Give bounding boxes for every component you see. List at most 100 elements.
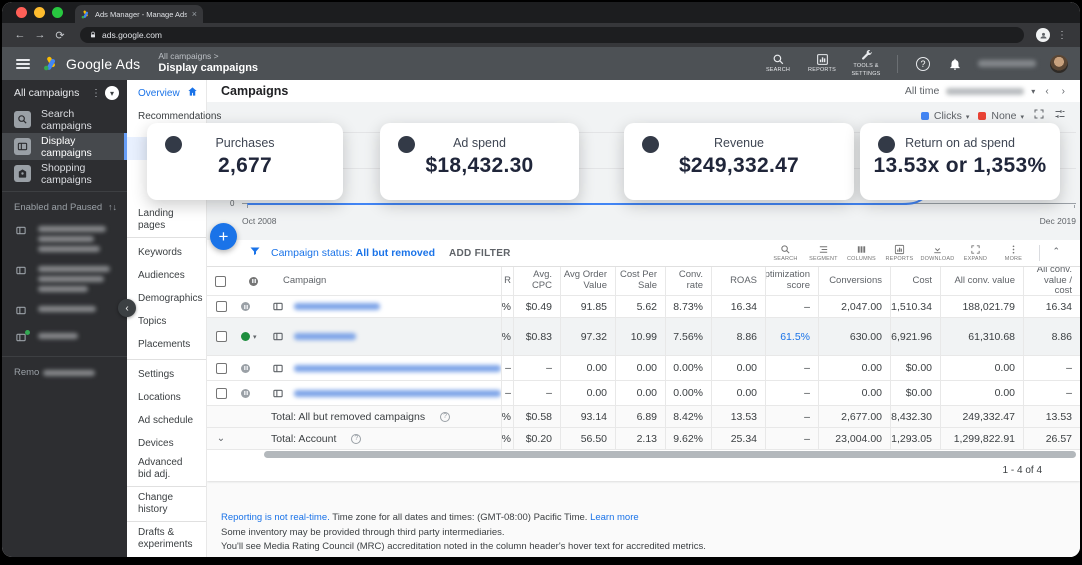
- collapse-panel-button[interactable]: ‹: [118, 299, 136, 317]
- subnav-item-drafts-experiments[interactable]: Drafts & experiments: [127, 525, 199, 553]
- notifications-bell-icon[interactable]: [948, 57, 962, 71]
- help-icon[interactable]: ?: [440, 411, 451, 422]
- expand-chart-icon[interactable]: [1033, 108, 1045, 123]
- subnav-item-change-history[interactable]: Change history: [127, 490, 206, 518]
- table-row[interactable]: ▾%$0.8397.3210.997.56%8.8661.5%630.00$6,…: [207, 318, 1080, 356]
- column-header-conv[interactable]: Conversions: [818, 267, 890, 295]
- address-bar[interactable]: ads.google.com: [80, 27, 1024, 43]
- minimize-window-button[interactable]: [34, 7, 45, 18]
- date-range-picker[interactable]: All time ▾ ‹ ›: [905, 85, 1068, 97]
- learn-more-link[interactable]: Learn more: [590, 512, 639, 523]
- column-header-name[interactable]: Campaign: [207, 267, 501, 295]
- account-avatar[interactable]: [1050, 54, 1068, 73]
- expand-account-total-chevron[interactable]: ⌄: [217, 433, 225, 444]
- add-filter-button[interactable]: ADD FILTER: [449, 248, 511, 259]
- column-header-cps[interactable]: Cost Per Sale: [615, 267, 665, 295]
- sidebar-removed-label[interactable]: Remo: [2, 361, 127, 384]
- sidebar-item-shopping-campaigns[interactable]: Shopping campaigns: [2, 160, 127, 187]
- subnav-item-settings[interactable]: Settings: [127, 363, 206, 386]
- sidebar-campaign-entry[interactable]: [2, 258, 127, 298]
- status-dropdown-icon[interactable]: ▾: [253, 333, 257, 341]
- subnav-item-demographics[interactable]: Demographics: [127, 287, 206, 310]
- subnav-item-locations[interactable]: Locations: [127, 386, 206, 409]
- chart-series-2-select[interactable]: None ▾: [978, 110, 1024, 122]
- status-enabled-icon[interactable]: [241, 332, 250, 341]
- range-prev-icon[interactable]: ‹: [1042, 86, 1051, 97]
- sidebar-item-display-campaigns[interactable]: Display campaigns: [2, 133, 127, 160]
- column-header-acv[interactable]: All conv. value: [940, 267, 1023, 295]
- breadcrumb-parent[interactable]: All campaigns >: [158, 51, 258, 62]
- table-row[interactable]: Total: All but removed campaigns?% $0.58 9…: [207, 406, 1080, 428]
- table-search-button[interactable]: SEARCH: [767, 243, 803, 262]
- row-checkbox[interactable]: [215, 362, 227, 374]
- redacted-campaign-name[interactable]: [294, 389, 501, 397]
- back-icon[interactable]: ←: [12, 29, 28, 41]
- forward-icon[interactable]: →: [32, 29, 48, 41]
- close-window-button[interactable]: [16, 7, 27, 18]
- column-header-cost[interactable]: Cost: [890, 267, 940, 295]
- redacted-campaign-name[interactable]: [294, 303, 380, 310]
- chart-series-1-select[interactable]: Clicks ▾: [920, 110, 969, 122]
- table-reports-button[interactable]: REPORTS: [881, 243, 917, 262]
- sort-icon[interactable]: ↑↓: [108, 202, 117, 212]
- browser-tab[interactable]: Ads Manager - Manage Ads - C ×: [75, 5, 203, 23]
- browser-menu-icon[interactable]: ⋮: [1054, 30, 1070, 41]
- range-next-icon[interactable]: ›: [1059, 86, 1068, 97]
- reporting-link[interactable]: Reporting is not real-time.: [221, 512, 330, 523]
- select-all-checkbox[interactable]: [215, 275, 226, 287]
- table-row[interactable]: %$0.4991.855.628.73%16.34–2,047.00$11,51…: [207, 296, 1080, 318]
- reports-button[interactable]: REPORTS: [801, 53, 843, 74]
- refresh-icon[interactable]: ⟳: [52, 29, 68, 42]
- browser-profile-avatar[interactable]: [1036, 28, 1050, 42]
- chart-settings-icon[interactable]: [1054, 108, 1066, 123]
- subnav-item-landing-pages[interactable]: Landing pages: [127, 206, 206, 234]
- sidebar-campaign-entry[interactable]: [2, 325, 127, 352]
- google-ads-logo[interactable]: Google Ads: [42, 56, 140, 72]
- status-paused-icon[interactable]: [241, 302, 250, 311]
- help-icon[interactable]: ?: [351, 433, 362, 444]
- tab-close-icon[interactable]: ×: [192, 9, 197, 19]
- sidebar-item-search-campaigns[interactable]: Search campaigns: [2, 106, 127, 133]
- horizontal-scrollbar[interactable]: [264, 451, 1076, 458]
- column-header-cpc[interactable]: Avg. CPC: [513, 267, 560, 295]
- column-header-ctr[interactable]: R: [501, 267, 513, 295]
- subnav-item-placements[interactable]: Placements: [127, 333, 206, 356]
- help-icon[interactable]: ?: [916, 56, 930, 71]
- menu-icon[interactable]: [16, 58, 30, 69]
- row-checkbox[interactable]: [215, 301, 227, 312]
- row-checkbox[interactable]: [215, 387, 227, 399]
- download-button[interactable]: DOWNLOAD: [919, 243, 955, 262]
- sidebar-kebab-icon[interactable]: ⋮: [91, 88, 101, 99]
- chevron-down-icon[interactable]: ▾: [1031, 87, 1035, 96]
- column-header-cr[interactable]: Conv. rate: [665, 267, 711, 295]
- segment-button[interactable]: SEGMENT: [805, 243, 841, 262]
- subnav-item-overview[interactable]: Overview: [127, 82, 206, 105]
- column-header-aov[interactable]: Avg Order Value: [560, 267, 615, 295]
- tools-settings-button[interactable]: TOOLS & SETTINGS: [845, 49, 887, 77]
- column-header-opt[interactable]: Optimization score: [765, 267, 818, 295]
- sidebar-campaign-entry[interactable]: [2, 298, 127, 325]
- sidebar-campaign-entry[interactable]: [2, 218, 127, 258]
- table-row[interactable]: – –0.00 0.00 0.00% 0.00–0.00 $0.00 0.00–: [207, 356, 1080, 381]
- expand-table-button[interactable]: EXPAND: [957, 243, 993, 262]
- status-paused-icon[interactable]: [241, 363, 250, 373]
- subnav-item-ad-schedule[interactable]: Ad schedule: [127, 409, 206, 432]
- subnav-item-advanced-bid-adj[interactable]: Advanced bid adj.: [127, 455, 206, 483]
- row-checkbox[interactable]: [215, 331, 227, 342]
- columns-button[interactable]: COLUMNS: [843, 243, 879, 262]
- search-button[interactable]: SEARCH: [757, 53, 799, 74]
- subnav-item-topics[interactable]: Topics: [127, 310, 206, 333]
- collapse-table-chevron[interactable]: ⌃: [1048, 243, 1070, 257]
- sidebar-collapse-icon[interactable]: ▾: [105, 86, 119, 100]
- cell-opt[interactable]: 61.5%: [765, 318, 818, 355]
- new-campaign-fab[interactable]: +: [210, 223, 237, 250]
- redacted-campaign-name[interactable]: [294, 333, 356, 340]
- subnav-item-audiences[interactable]: Audiences: [127, 264, 206, 287]
- campaign-status-filter[interactable]: Campaign status: All but removed: [271, 247, 435, 259]
- zoom-window-button[interactable]: [52, 7, 63, 18]
- subnav-item-keywords[interactable]: Keywords: [127, 241, 206, 264]
- status-paused-icon[interactable]: [241, 388, 250, 398]
- column-header-roas[interactable]: ROAS: [711, 267, 765, 295]
- subnav-item-devices[interactable]: Devices: [127, 432, 206, 455]
- column-header-acvc[interactable]: All conv. value / cost: [1023, 267, 1080, 295]
